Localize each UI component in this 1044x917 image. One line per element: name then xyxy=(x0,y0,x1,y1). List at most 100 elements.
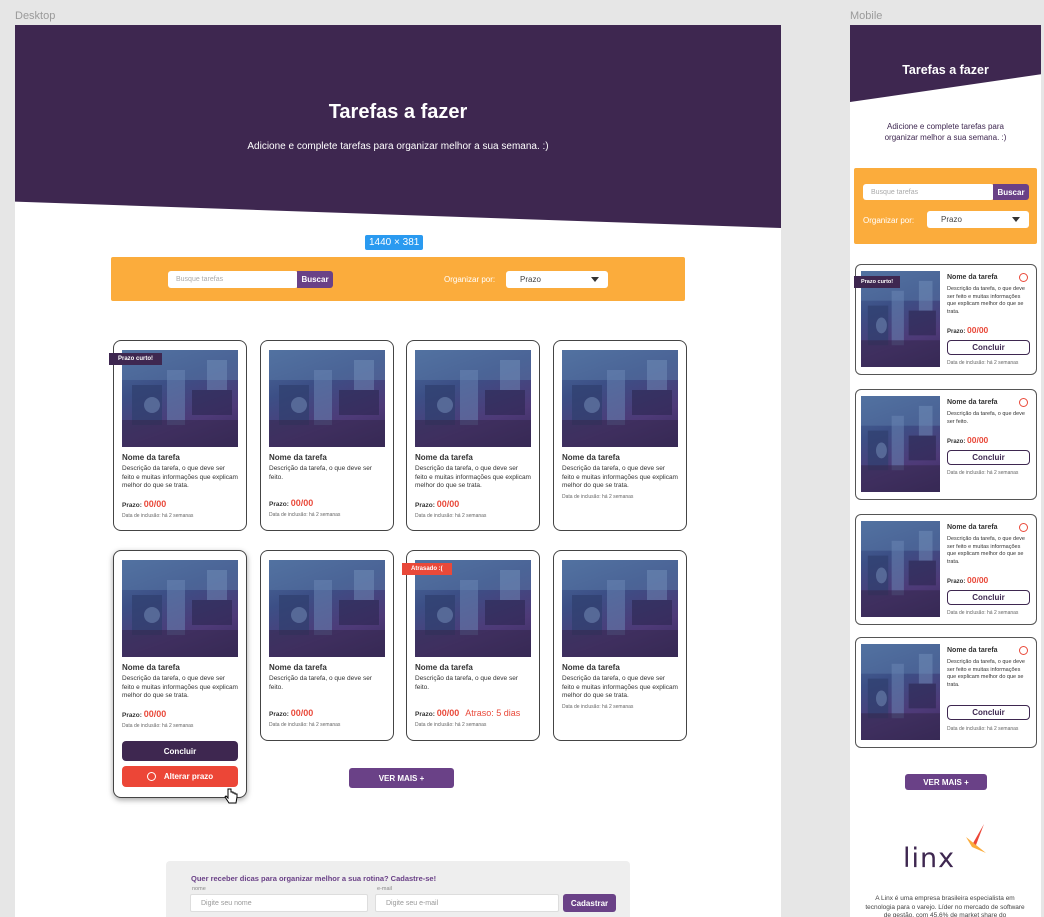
task-card[interactable]: Nome da tarefa Descrição da tarefa, o que… xyxy=(553,550,687,741)
clock-icon xyxy=(1019,523,1028,532)
task-image xyxy=(861,521,940,617)
subscribe-button[interactable]: Cadastrar xyxy=(563,894,616,912)
task-description: Descrição da tarefa, o que deve ser feit… xyxy=(415,675,518,691)
task-deadline: Prazo: 00/00 xyxy=(269,498,314,508)
task-description: Descrição da tarefa, o que deve ser feit… xyxy=(562,465,678,489)
mobile-search-button[interactable]: Buscar xyxy=(993,184,1029,200)
task-date: Data de inclusão: há 2 semanas xyxy=(415,722,487,728)
task-date: Data de inclusão: há 2 semanas xyxy=(947,470,1019,476)
mobile-frame: Tarefas a fazer Adicione e complete tare… xyxy=(850,25,1041,917)
name-field[interactable]: Digite seu nome xyxy=(190,894,368,912)
task-name: Nome da tarefa xyxy=(122,453,180,462)
complete-button[interactable]: Concluir xyxy=(947,340,1030,355)
task-image xyxy=(861,644,940,740)
frame-size-badge: 1440 × 381 xyxy=(365,235,424,250)
task-description: Descrição da tarefa, o que deve ser feit… xyxy=(947,286,1025,315)
complete-button[interactable]: Concluir xyxy=(947,590,1030,605)
complete-button[interactable]: Concluir xyxy=(947,450,1030,465)
chevron-down-icon xyxy=(591,277,599,282)
task-deadline: Prazo: 00/00 Atraso: 5 dias xyxy=(415,708,521,718)
task-date: Data de inclusão: há 2 semanas xyxy=(947,360,1019,366)
task-description: Descrição da tarefa, o que deve ser feit… xyxy=(415,465,531,489)
task-name: Nome da tarefa xyxy=(415,663,473,672)
task-description: Descrição da tarefa, o que deve ser feit… xyxy=(122,465,238,489)
task-card[interactable]: Nome da tarefa Descrição da tarefa, o que… xyxy=(553,340,687,531)
task-image xyxy=(269,560,385,657)
task-image xyxy=(861,396,940,492)
mobile-sort-value: Prazo xyxy=(941,215,962,224)
page-subtitle: Adicione e complete tarefas para organiz… xyxy=(247,141,549,152)
task-image xyxy=(269,350,385,447)
task-card[interactable]: Nome da tarefa Descrição da tarefa, o que… xyxy=(113,550,247,798)
task-name: Nome da tarefa xyxy=(269,663,327,672)
status-tag: Atrasado :( xyxy=(402,563,452,575)
task-image xyxy=(122,560,238,657)
task-date: Data de inclusão: há 2 semanas xyxy=(269,722,341,728)
task-description: Descrição da tarefa, o que deve ser feit… xyxy=(122,675,238,699)
task-name: Nome da tarefa xyxy=(947,274,998,281)
desktop-frame: Tarefas a fazer Adicione e complete tare… xyxy=(15,25,781,917)
sort-label: Organizar por: xyxy=(444,275,496,284)
complete-button[interactable]: Concluir xyxy=(122,741,238,761)
task-date: Data de inclusão: há 2 semanas xyxy=(562,704,634,710)
task-name: Nome da tarefa xyxy=(947,524,998,531)
task-deadline: Prazo: 00/00 xyxy=(269,708,314,718)
task-card[interactable]: Nome da tarefa Descrição da tarefa, o que… xyxy=(260,550,394,741)
task-name: Nome da tarefa xyxy=(415,453,473,462)
task-deadline: Prazo: 00/00 xyxy=(947,325,989,335)
task-deadline: Prazo: 00/00 xyxy=(947,575,989,585)
task-image xyxy=(415,350,531,447)
task-deadline: Prazo: 00/00 xyxy=(415,499,460,509)
task-date: Data de inclusão: há 2 semanas xyxy=(269,512,341,518)
mobile-filter-bar: Busque tarefas Buscar Organizar por: Pra… xyxy=(854,168,1037,244)
status-tag: Prazo curto! xyxy=(854,276,901,288)
task-date: Data de inclusão: há 2 semanas xyxy=(947,610,1019,616)
mobile-frame-label: Mobile xyxy=(850,10,883,22)
mobile-task-card[interactable]: Nome da tarefa Descrição da tarefa, o que… xyxy=(855,514,1037,625)
search-button[interactable]: Buscar xyxy=(297,271,333,288)
clock-icon xyxy=(1019,646,1028,655)
mobile-search-input[interactable]: Busque tarefas xyxy=(863,184,994,200)
mobile-task-card[interactable]: Nome da tarefa Descrição da tarefa, o que… xyxy=(855,637,1037,748)
mobile-sort-label: Organizar por: xyxy=(863,216,915,225)
task-card[interactable]: Nome da tarefa Descrição da tarefa, o que… xyxy=(406,340,540,531)
email-field[interactable]: Digite seu e-mail xyxy=(375,894,559,912)
task-date: Data de inclusão: há 2 semanas xyxy=(122,513,194,519)
name-label: nome xyxy=(192,886,206,892)
task-image xyxy=(562,560,678,657)
late-note: Atraso: 5 dias xyxy=(465,708,521,718)
task-description: Descrição da tarefa, o que deve ser feit… xyxy=(947,659,1025,688)
email-label: e-mail xyxy=(377,886,392,892)
task-card[interactable]: Nome da tarefa Descrição da tarefa, o que… xyxy=(260,340,394,531)
search-input[interactable]: Busque tarefas xyxy=(168,271,298,288)
task-date: Data de inclusão: há 2 semanas xyxy=(122,723,194,729)
task-date: Data de inclusão: há 2 semanas xyxy=(947,726,1019,732)
task-name: Nome da tarefa xyxy=(947,647,998,654)
mobile-task-card[interactable]: Nome da tarefa Descrição da tarefa, o que… xyxy=(855,389,1037,500)
mobile-page-title: Tarefas a fazer xyxy=(902,63,989,77)
task-deadline: Prazo: 00/00 xyxy=(122,499,167,509)
mobile-see-more-button[interactable]: VER MAIS + xyxy=(905,774,987,790)
mobile-sort-select[interactable]: Prazo xyxy=(927,211,1029,228)
clock-icon xyxy=(146,772,156,781)
complete-button[interactable]: Concluir xyxy=(947,705,1030,720)
task-card[interactable]: Nome da tarefa Descrição da tarefa, o que… xyxy=(406,550,540,741)
task-name: Nome da tarefa xyxy=(562,663,620,672)
hero-banner xyxy=(15,25,781,228)
task-description: Descrição da tarefa, o que deve ser feit… xyxy=(269,465,372,481)
linx-x-mark-icon xyxy=(966,824,986,853)
task-deadline: Prazo: 00/00 xyxy=(947,435,989,445)
change-deadline-button[interactable]: Alterar prazo xyxy=(122,766,238,787)
sort-value: Prazo xyxy=(520,275,541,284)
task-name: Nome da tarefa xyxy=(947,399,998,406)
page-title: Tarefas a fazer xyxy=(328,101,468,123)
task-description: Descrição da tarefa, o que deve ser feit… xyxy=(947,536,1025,565)
pointer-cursor-icon xyxy=(224,788,238,806)
newsletter-title: Quer receber dicas para organizar melhor… xyxy=(191,874,437,883)
task-card[interactable]: Nome da tarefa Descrição da tarefa, o que… xyxy=(113,340,247,531)
see-more-button[interactable]: VER MAIS + xyxy=(349,768,454,788)
task-name: Nome da tarefa xyxy=(269,453,327,462)
newsletter-section: Quer receber dicas para organizar melhor… xyxy=(166,861,630,917)
clock-icon xyxy=(1019,273,1028,282)
sort-select[interactable]: Prazo xyxy=(506,271,608,288)
